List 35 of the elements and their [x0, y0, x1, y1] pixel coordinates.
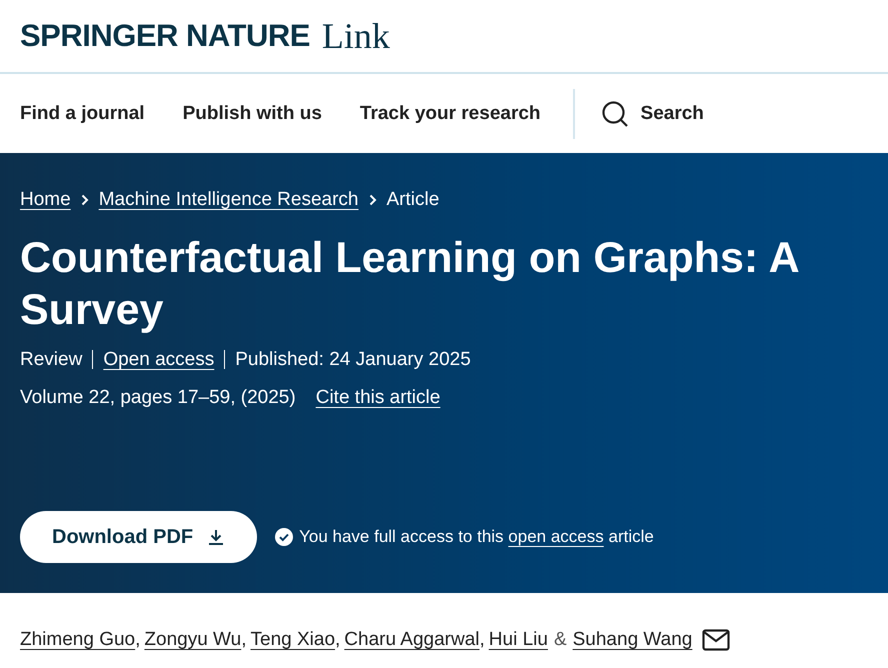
open-access-link[interactable]: open access — [508, 527, 604, 546]
download-pdf-button[interactable]: Download PDF — [20, 511, 258, 563]
meta-text: Published: 24 January 2025 — [224, 350, 481, 370]
cite-link[interactable]: Cite this article — [316, 387, 440, 410]
author-separator: , — [241, 629, 246, 651]
author-link[interactable]: Suhang Wang — [572, 629, 692, 651]
nav-link[interactable]: Find a journal — [20, 102, 145, 124]
search-link[interactable]: Search — [600, 100, 704, 128]
breadcrumb-link[interactable]: Home — [20, 189, 71, 211]
author-link[interactable]: Zhimeng Guo — [20, 629, 136, 651]
download-icon — [207, 528, 226, 546]
citation-text: Volume 22, pages 17–59, (2025) — [20, 387, 296, 410]
breadcrumb-current: Article — [386, 189, 440, 211]
search-icon — [600, 100, 629, 128]
email-icon[interactable] — [702, 629, 730, 651]
check-circle-icon — [275, 528, 294, 546]
meta-link[interactable]: Open access — [92, 350, 224, 370]
author-link[interactable]: Zongyu Wu — [144, 629, 242, 651]
author-separator: , — [335, 629, 340, 651]
author-separator: & — [554, 629, 567, 651]
author-separator: , — [480, 629, 485, 651]
author-link[interactable]: Charu Aggarwal — [344, 629, 480, 651]
access-note: You have full access to this open access article — [299, 527, 654, 547]
nav-link[interactable]: Track your research — [360, 102, 541, 124]
author-separator: , — [135, 629, 140, 651]
author-link[interactable]: Teng Xiao — [250, 629, 336, 651]
author-link[interactable]: Hui Liu — [488, 629, 548, 651]
breadcrumb-link[interactable]: Machine Intelligence Research — [98, 189, 358, 211]
meta-text: Review — [20, 350, 84, 370]
brand-logo[interactable]: SPRINGER NATURE — [20, 18, 310, 54]
article-title: Counterfactual Learning on Graphs: A Survey — [20, 233, 800, 336]
chevron-icon — [368, 194, 376, 206]
nav-link[interactable]: Publish with us — [182, 102, 322, 124]
chevron-icon — [80, 194, 89, 206]
product-name: Link — [322, 15, 390, 57]
